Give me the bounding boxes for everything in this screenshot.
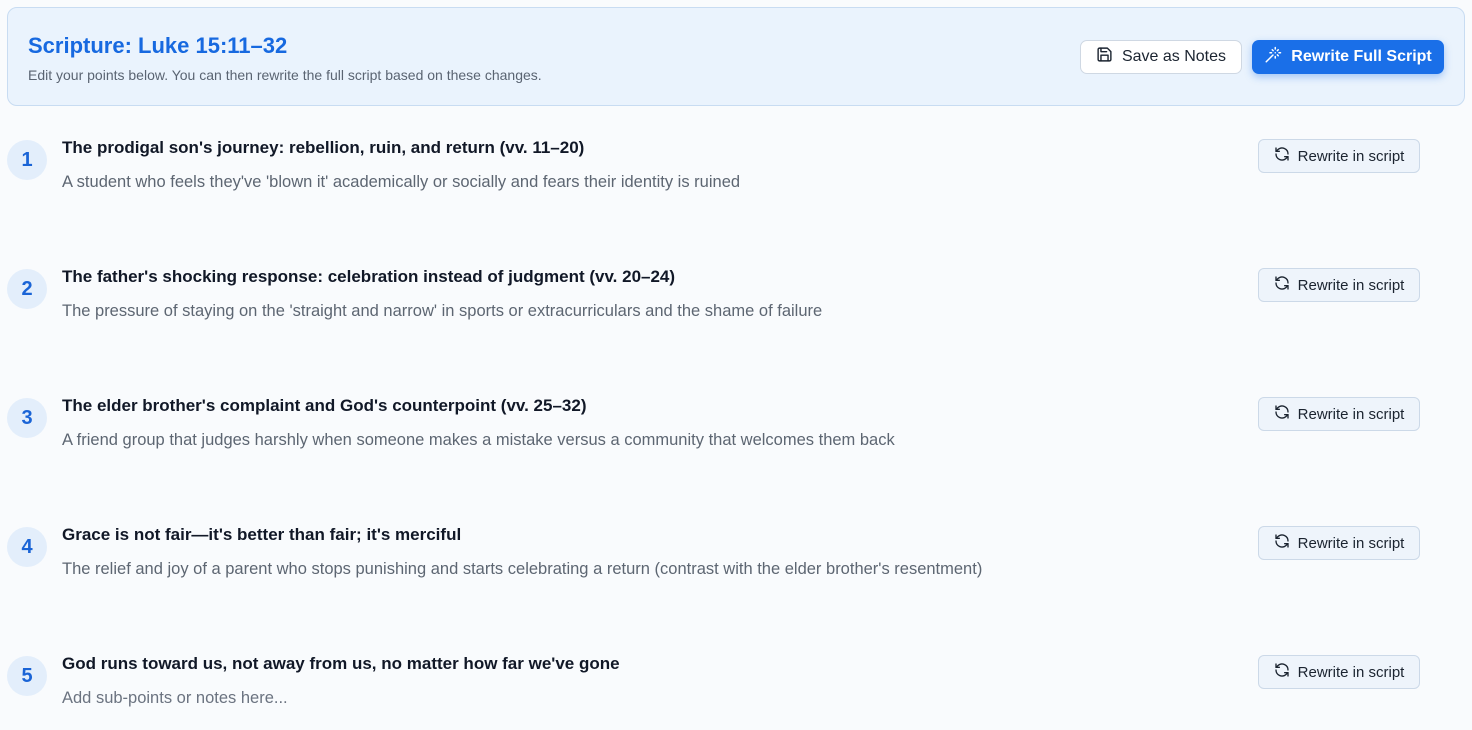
- point-number-badge: 5: [7, 656, 47, 696]
- point-subpoint-placeholder[interactable]: Add sub-points or notes here...: [62, 689, 288, 708]
- rewrite-in-script-button[interactable]: Rewrite in script: [1258, 397, 1420, 431]
- rewrite-in-script-button[interactable]: Rewrite in script: [1258, 268, 1420, 302]
- point-title[interactable]: The prodigal son's journey: rebellion, r…: [62, 138, 584, 158]
- refresh-icon: [1274, 275, 1290, 295]
- rewrite-in-script-label: Rewrite in script: [1297, 663, 1405, 681]
- point-title[interactable]: The father's shocking response: celebrat…: [62, 267, 675, 287]
- point-number-badge: 1: [7, 140, 47, 180]
- point-number-badge: 4: [7, 527, 47, 567]
- point-title[interactable]: Grace is not fair—it's better than fair;…: [62, 525, 461, 545]
- rewrite-in-script-button[interactable]: Rewrite in script: [1258, 526, 1420, 560]
- refresh-icon: [1274, 404, 1290, 424]
- point-item-5: 5 God runs toward us, not away from us, …: [0, 0, 1472, 707]
- point-title[interactable]: The elder brother's complaint and God's …: [62, 396, 586, 416]
- point-title[interactable]: God runs toward us, not away from us, no…: [62, 654, 620, 674]
- rewrite-in-script-label: Rewrite in script: [1297, 405, 1405, 423]
- refresh-icon: [1274, 662, 1290, 682]
- point-number-badge: 2: [7, 269, 47, 309]
- refresh-icon: [1274, 533, 1290, 553]
- point-number-badge: 3: [7, 398, 47, 438]
- rewrite-in-script-button[interactable]: Rewrite in script: [1258, 655, 1420, 689]
- rewrite-in-script-label: Rewrite in script: [1297, 534, 1405, 552]
- point-subpoint[interactable]: A student who feels they've 'blown it' a…: [62, 173, 740, 192]
- rewrite-in-script-button[interactable]: Rewrite in script: [1258, 139, 1420, 173]
- refresh-icon: [1274, 146, 1290, 166]
- point-subpoint[interactable]: A friend group that judges harshly when …: [62, 431, 895, 450]
- rewrite-in-script-label: Rewrite in script: [1297, 147, 1405, 165]
- point-subpoint[interactable]: The relief and joy of a parent who stops…: [62, 560, 982, 579]
- point-subpoint[interactable]: The pressure of staying on the 'straight…: [62, 302, 822, 321]
- rewrite-in-script-label: Rewrite in script: [1297, 276, 1405, 294]
